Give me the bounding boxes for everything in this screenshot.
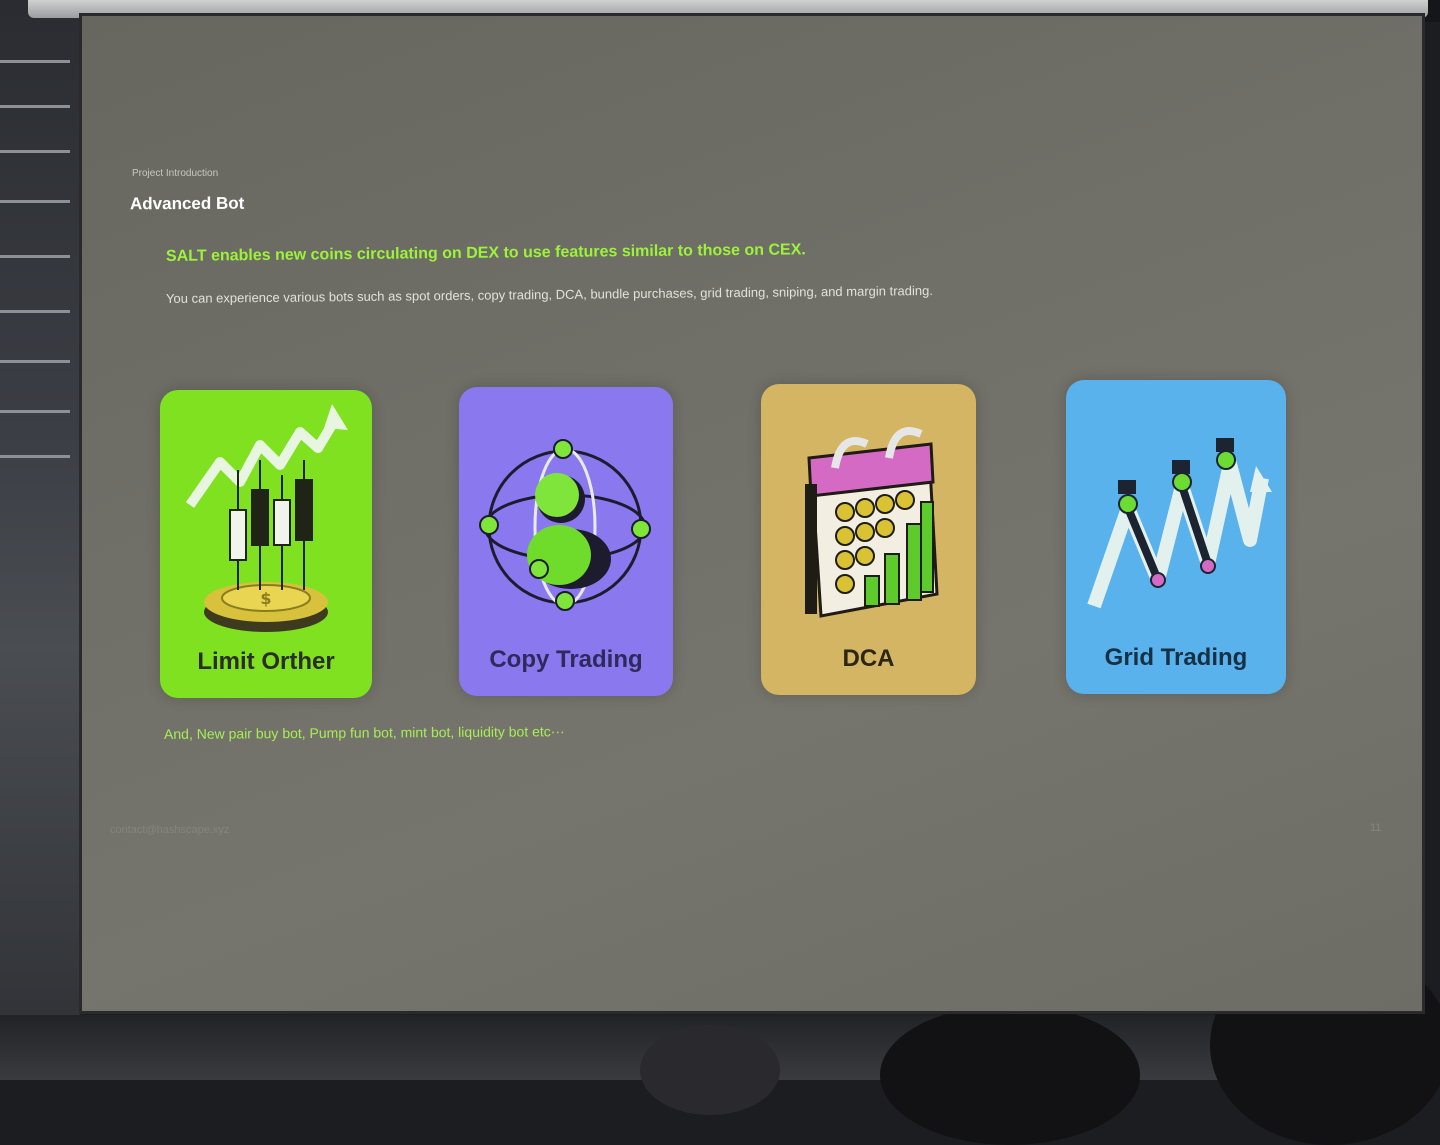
- slide-description: You can experience various bots such as …: [165, 282, 934, 306]
- card-limit-order: $ Limit Orther: [160, 390, 372, 698]
- section-label: Project Introduction: [132, 168, 219, 179]
- room-wall-left: [0, 0, 80, 1080]
- card-label: Grid Trading: [1104, 644, 1248, 671]
- audience-head: [880, 1005, 1140, 1145]
- svg-text:$: $: [260, 589, 271, 608]
- projector-screen: Project Introduction Advanced Bot SALT e…: [82, 16, 1422, 1011]
- audience-head: [640, 1025, 780, 1115]
- page-number: 11: [1370, 822, 1382, 834]
- footer-note: And, New pair buy bot, Pump fun bot, min…: [163, 723, 565, 742]
- slide-headline: SALT enables new coins circulating on DE…: [165, 241, 806, 265]
- slide-title: Advanced Bot: [130, 193, 245, 214]
- audience-area: [0, 945, 1440, 1145]
- card-dca: DCA: [761, 384, 976, 695]
- card-label: Copy Trading: [489, 646, 643, 673]
- card-grid-trading: Grid Trading: [1066, 380, 1286, 694]
- card-copy-trading: Copy Trading: [459, 387, 673, 696]
- card-label: Limit Orther: [197, 648, 335, 675]
- contact-email: contact@hashscape.xyz: [110, 824, 230, 836]
- card-label: DCA: [842, 645, 895, 672]
